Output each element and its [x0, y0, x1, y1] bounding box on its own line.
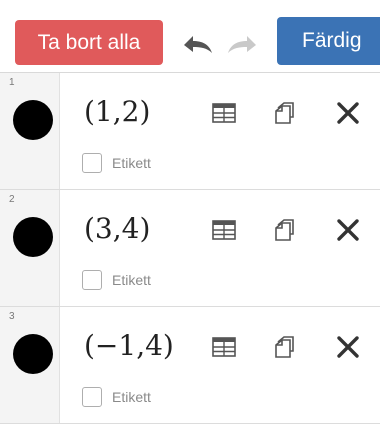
expression-toolbar: Ta bort alla Färdig [0, 0, 380, 70]
table-icon[interactable] [210, 216, 238, 244]
label-checkbox-text[interactable]: Etikett [112, 389, 151, 405]
duplicate-icon[interactable] [272, 99, 300, 127]
table-icon[interactable] [210, 99, 238, 127]
expression-row[interactable]: 1 (1,2) Etikett [0, 73, 380, 190]
clear-all-button[interactable]: Ta bort alla [15, 20, 163, 65]
point-color-icon[interactable] [13, 217, 53, 257]
redo-icon[interactable] [226, 31, 260, 57]
expression-gutter: 2 [0, 190, 60, 306]
delete-icon[interactable] [334, 99, 362, 127]
expression-text[interactable]: (−1,4) [84, 329, 174, 362]
expression-text[interactable]: (1,2) [84, 95, 150, 128]
label-checkbox-text[interactable]: Etikett [112, 272, 151, 288]
expression-row[interactable]: 2 (3,4) Etikett [0, 190, 380, 307]
expression-gutter: 1 [0, 73, 60, 189]
undo-icon[interactable] [180, 31, 214, 57]
expression-text[interactable]: (3,4) [84, 212, 150, 245]
done-button[interactable]: Färdig [277, 17, 380, 65]
expression-index: 2 [9, 194, 15, 205]
point-color-icon[interactable] [13, 100, 53, 140]
label-checkbox[interactable] [82, 153, 102, 173]
expression-list: 1 (1,2) Etikett 2 (3,4) Etikett 3 (−1,4)… [0, 72, 380, 424]
expression-gutter: 3 [0, 307, 60, 423]
expression-index: 1 [9, 77, 15, 88]
duplicate-icon[interactable] [272, 333, 300, 361]
label-checkbox[interactable] [82, 270, 102, 290]
expression-row[interactable]: 3 (−1,4) Etikett [0, 307, 380, 424]
delete-icon[interactable] [334, 333, 362, 361]
point-color-icon[interactable] [13, 334, 53, 374]
duplicate-icon[interactable] [272, 216, 300, 244]
delete-icon[interactable] [334, 216, 362, 244]
label-checkbox-text[interactable]: Etikett [112, 155, 151, 171]
label-checkbox[interactable] [82, 387, 102, 407]
table-icon[interactable] [210, 333, 238, 361]
expression-index: 3 [9, 311, 15, 322]
